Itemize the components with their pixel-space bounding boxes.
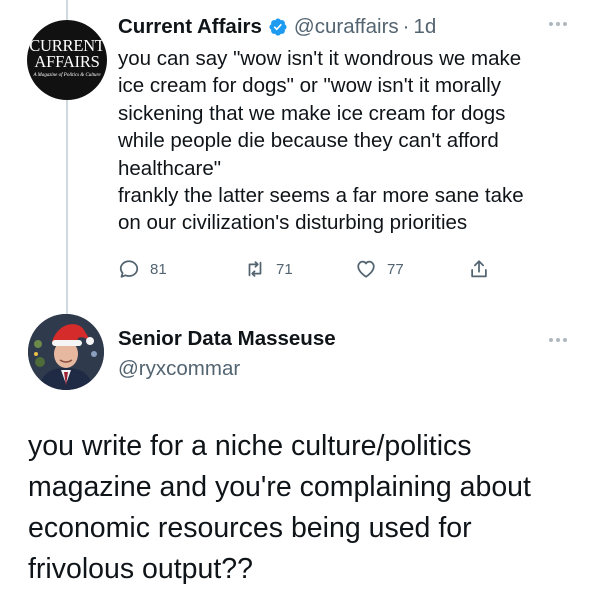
like-count: 77 bbox=[387, 260, 404, 278]
more-options-icon[interactable] bbox=[543, 17, 573, 31]
verified-badge-icon bbox=[269, 18, 287, 36]
more-options-icon[interactable] bbox=[543, 333, 573, 347]
tweet2-handle[interactable]: @ryxcommar bbox=[118, 357, 240, 381]
retweet-count: 71 bbox=[276, 260, 293, 278]
share-button[interactable] bbox=[468, 255, 490, 283]
tweet1-header: Current Affairs @curaffairs · 1d bbox=[118, 13, 436, 41]
avatar-logo-line2: AFFAIRS bbox=[34, 52, 100, 71]
tweet2-text: you write for a niche culture/politics m… bbox=[28, 430, 531, 585]
tweet1-handle[interactable]: @curaffairs bbox=[294, 15, 399, 39]
avatar-photo-santa-hat bbox=[28, 314, 104, 390]
tweet1-separator: · bbox=[402, 15, 410, 38]
reply-button[interactable]: 81 bbox=[118, 255, 167, 283]
share-icon bbox=[471, 260, 487, 278]
retweet-icon bbox=[248, 261, 262, 277]
heart-icon bbox=[357, 260, 375, 278]
tweet2-display-name[interactable]: Senior Data Masseuse bbox=[118, 327, 336, 351]
like-button[interactable]: 77 bbox=[355, 255, 404, 283]
retweet-button[interactable]: 71 bbox=[244, 255, 293, 283]
avatar-logo-tagline: A Magazine of Politics & Culture bbox=[33, 73, 101, 78]
reply-count: 81 bbox=[150, 260, 167, 278]
tweet1-display-name[interactable]: Current Affairs bbox=[118, 15, 262, 39]
tweet1-text: you can say "wow isn't it wondrous we ma… bbox=[118, 47, 524, 235]
tweet1-action-bar: 81 71 77 bbox=[118, 255, 498, 283]
reply-icon bbox=[119, 260, 139, 278]
tweet1-timestamp[interactable]: 1d bbox=[413, 15, 436, 39]
current-affairs-avatar[interactable]: CURRENT AFFAIRS A Magazine of Politics &… bbox=[27, 20, 107, 100]
senior-data-masseuse-avatar[interactable] bbox=[28, 314, 104, 390]
